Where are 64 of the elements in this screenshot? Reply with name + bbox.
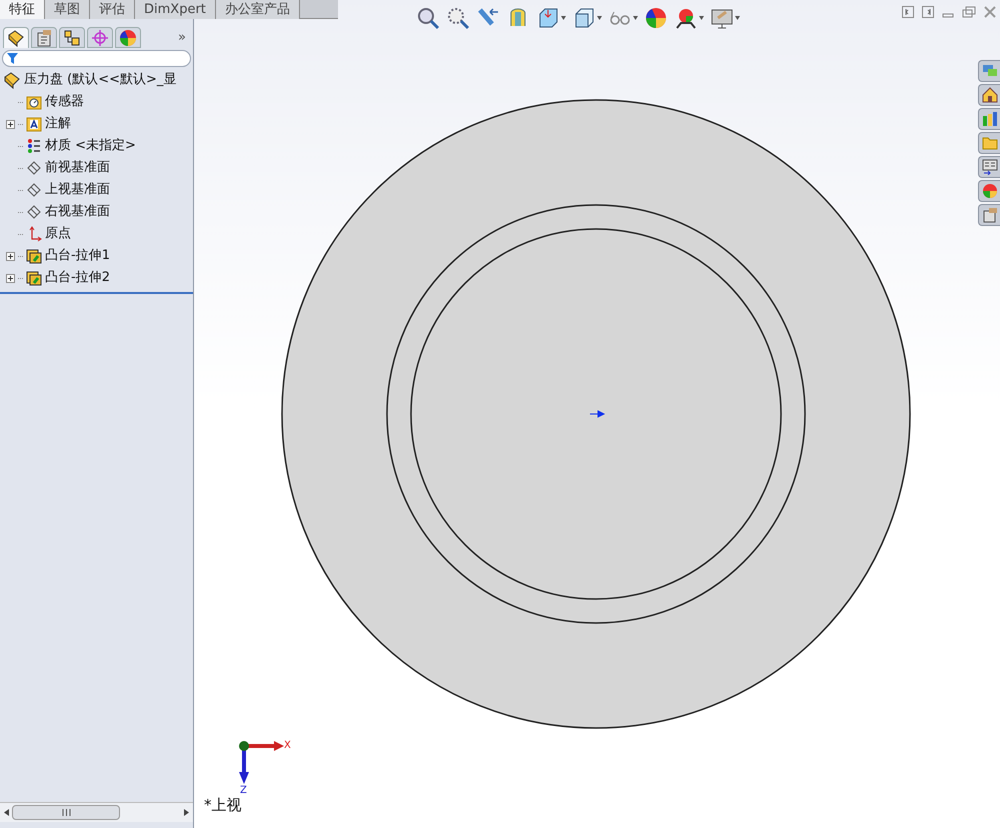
horizontal-scrollbar[interactable] bbox=[0, 802, 193, 822]
caret-icon[interactable] bbox=[561, 16, 566, 20]
color-ball-icon bbox=[119, 28, 137, 46]
plane-icon bbox=[26, 160, 42, 176]
tree-item-label[interactable]: 注解 bbox=[45, 114, 71, 134]
grip-icon bbox=[62, 809, 70, 816]
panel-tab[interactable] bbox=[31, 27, 57, 48]
restore-icon[interactable] bbox=[962, 6, 976, 18]
zoom-fit-icon[interactable] bbox=[416, 6, 440, 30]
extrude-icon bbox=[26, 270, 42, 286]
scene-icon[interactable] bbox=[674, 6, 698, 30]
folder-letter-icon bbox=[26, 116, 42, 132]
command-tab[interactable]: 特征 bbox=[0, 0, 45, 19]
plane-icon bbox=[26, 204, 42, 220]
tree-item-label[interactable]: 凸台-拉伸2 bbox=[45, 268, 110, 288]
scroll-left-icon[interactable] bbox=[4, 809, 9, 816]
tree-item-label[interactable]: 压力盘 (默认<<默认>_显 bbox=[24, 70, 176, 90]
scroll-right-icon[interactable] bbox=[184, 809, 189, 816]
tree-item-label[interactable]: 前视基准面 bbox=[45, 158, 110, 178]
tile-left-icon[interactable] bbox=[902, 6, 914, 18]
command-tab[interactable]: 评估 bbox=[90, 0, 135, 19]
tree-item-label[interactable]: 传感器 bbox=[45, 92, 84, 112]
command-tab[interactable]: 办公室产品 bbox=[216, 0, 300, 19]
folder-gauge-icon bbox=[26, 94, 42, 110]
panel-tab[interactable] bbox=[115, 27, 141, 48]
clipboard-icon bbox=[35, 28, 53, 46]
crosshair-icon bbox=[91, 28, 109, 46]
expand-toggle[interactable] bbox=[6, 252, 15, 260]
caret-icon[interactable] bbox=[633, 16, 638, 20]
zoom-area-icon[interactable] bbox=[446, 6, 470, 30]
scrollbar-thumb[interactable] bbox=[12, 805, 120, 820]
tree-item-label[interactable]: 凸台-拉伸1 bbox=[45, 246, 110, 266]
filter-icon bbox=[7, 53, 18, 64]
material-icon bbox=[26, 138, 42, 154]
filter-field[interactable] bbox=[2, 50, 191, 67]
caret-icon[interactable] bbox=[699, 16, 704, 20]
command-tab[interactable]: 草图 bbox=[45, 0, 90, 19]
expand-toggle[interactable] bbox=[6, 274, 15, 282]
view-name-label: *上视 bbox=[204, 796, 242, 814]
x-axis-label: X bbox=[284, 740, 291, 752]
property-list-icon[interactable] bbox=[982, 159, 998, 175]
caret-icon[interactable] bbox=[597, 16, 602, 20]
z-axis-label: Z bbox=[240, 786, 247, 796]
expand-toggle[interactable] bbox=[6, 120, 15, 128]
parts-icon bbox=[7, 29, 25, 47]
tree-item-label[interactable]: 上视基准面 bbox=[45, 180, 110, 200]
configuration-icon bbox=[63, 28, 81, 46]
tree-item-label[interactable]: 材质 <未指定> bbox=[45, 136, 136, 156]
tree-item-label[interactable]: 右视基准面 bbox=[45, 202, 110, 222]
clipboard-icon[interactable] bbox=[982, 207, 998, 223]
color-ball-icon[interactable] bbox=[644, 6, 668, 30]
command-tab[interactable]: DimXpert bbox=[135, 0, 216, 19]
home-icon[interactable] bbox=[982, 87, 998, 103]
books-icon[interactable] bbox=[982, 111, 998, 127]
extrude-icon bbox=[26, 248, 42, 264]
plane-icon bbox=[26, 182, 42, 198]
panel-tab[interactable] bbox=[59, 27, 85, 48]
tree-item-label[interactable]: 原点 bbox=[45, 224, 71, 244]
more-tabs-button[interactable]: » bbox=[178, 28, 186, 48]
caret-icon[interactable] bbox=[735, 16, 740, 20]
tile-right-icon[interactable] bbox=[922, 6, 934, 18]
color-ball-icon[interactable] bbox=[982, 183, 998, 199]
parts-icon bbox=[3, 71, 21, 89]
panel-tab[interactable] bbox=[3, 27, 29, 48]
